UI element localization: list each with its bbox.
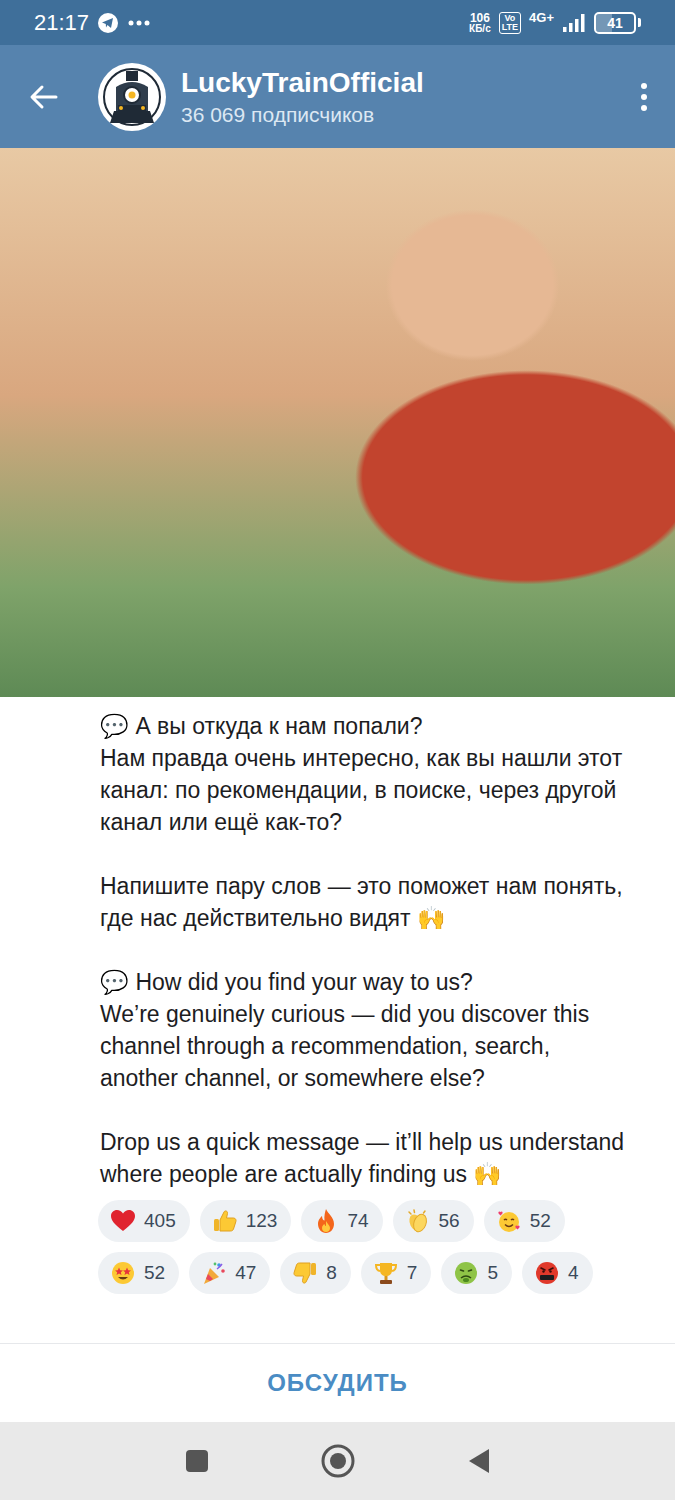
reaction-pill[interactable]: 52 — [98, 1252, 179, 1294]
post-paragraph: 💬 А вы откуда к нам попали? Нам правда о… — [100, 710, 630, 838]
thumbs-up-icon — [212, 1208, 238, 1234]
home-button[interactable] — [320, 1443, 356, 1479]
clap-icon — [405, 1208, 431, 1234]
reaction-pill[interactable]: 47 — [189, 1252, 270, 1294]
train-logo-icon — [102, 67, 162, 127]
reaction-pill[interactable]: 56 — [393, 1200, 474, 1242]
channel-avatar[interactable] — [98, 63, 166, 131]
reaction-pill[interactable]: 123 — [200, 1200, 292, 1242]
reaction-pill[interactable]: 405 — [98, 1200, 190, 1242]
star-struck-icon — [110, 1260, 136, 1286]
recents-button[interactable] — [184, 1448, 210, 1474]
reaction-pill[interactable]: 8 — [280, 1252, 351, 1294]
post-paragraph: Drop us a quick message — it’ll help us … — [100, 1126, 630, 1190]
reaction-count: 52 — [144, 1262, 165, 1284]
reaction-count: 405 — [144, 1210, 176, 1232]
telegram-icon — [97, 12, 119, 34]
reactions: 405 123 74 56 52 52 47 8 7 5 4 — [98, 1200, 638, 1294]
status-left: 21:17 — [34, 10, 151, 36]
thumbs-down-icon — [292, 1260, 318, 1286]
battery-tip — [638, 18, 641, 27]
subscriber-count: 36 069 подписчиков — [181, 103, 611, 127]
smiling-hearts-icon — [496, 1208, 522, 1234]
heart-icon — [110, 1208, 136, 1234]
status-right: 106КБ/с VoLTE 4G+ 41 — [469, 10, 641, 35]
fire-icon — [313, 1208, 339, 1234]
trophy-icon — [373, 1260, 399, 1286]
network-speed: 106КБ/с — [469, 12, 491, 34]
reaction-count: 52 — [530, 1210, 551, 1232]
home-circle-icon — [320, 1443, 356, 1479]
square-icon — [184, 1448, 210, 1474]
post-body: 💬 А вы откуда к нам попали? Нам правда о… — [0, 697, 675, 1330]
volte-badge: VoLTE — [499, 12, 521, 34]
clock: 21:17 — [34, 10, 89, 36]
back-button[interactable] — [28, 81, 60, 113]
nauseated-icon — [453, 1260, 479, 1286]
reaction-count: 4 — [568, 1262, 579, 1284]
reaction-count: 8 — [326, 1262, 337, 1284]
back-nav-button[interactable] — [466, 1446, 492, 1476]
reaction-count: 123 — [246, 1210, 278, 1232]
network-type: 4G+ — [529, 10, 554, 25]
channel-header: LuckyTrainOfficial 36 069 подписчиков — [0, 45, 675, 148]
back-arrow-icon — [28, 81, 60, 113]
triangle-back-icon — [466, 1446, 492, 1476]
discuss-bar: ОБСУДИТЬ — [0, 1343, 675, 1422]
post-paragraph: 💬 How did you find your way to us? We’re… — [100, 966, 630, 1094]
telegram-channel-screen: 21:17 106КБ/с VoLTE 4G+ 41 LuckyTrainOfficial… — [0, 0, 675, 1500]
battery-level: 41 — [607, 15, 623, 31]
reaction-count: 7 — [407, 1262, 418, 1284]
discuss-button[interactable]: ОБСУДИТЬ — [247, 1359, 428, 1407]
reaction-count: 74 — [347, 1210, 368, 1232]
more-vertical-icon — [639, 81, 649, 113]
reaction-count: 47 — [235, 1262, 256, 1284]
reaction-count: 5 — [487, 1262, 498, 1284]
signal-icon — [562, 13, 586, 33]
party-popper-icon — [201, 1260, 227, 1286]
reaction-count: 56 — [439, 1210, 460, 1232]
cursing-icon — [534, 1260, 560, 1286]
reaction-pill[interactable]: 52 — [484, 1200, 565, 1242]
navigation-bar — [0, 1422, 675, 1500]
menu-button[interactable] — [639, 81, 649, 113]
reaction-pill[interactable]: 4 — [522, 1252, 593, 1294]
more-notifications-icon — [127, 19, 151, 27]
battery: 41 — [594, 12, 636, 34]
channel-info[interactable]: LuckyTrainOfficial 36 069 подписчиков — [181, 67, 611, 127]
reaction-pill[interactable]: 7 — [361, 1252, 432, 1294]
status-bar: 21:17 106КБ/с VoLTE 4G+ 41 — [0, 0, 675, 45]
post-paragraph: Напишите пару слов — это поможет нам пон… — [100, 870, 630, 934]
reaction-pill[interactable]: 74 — [301, 1200, 382, 1242]
channel-title: LuckyTrainOfficial — [181, 67, 611, 99]
post-image[interactable] — [0, 148, 675, 697]
reaction-pill[interactable]: 5 — [441, 1252, 512, 1294]
